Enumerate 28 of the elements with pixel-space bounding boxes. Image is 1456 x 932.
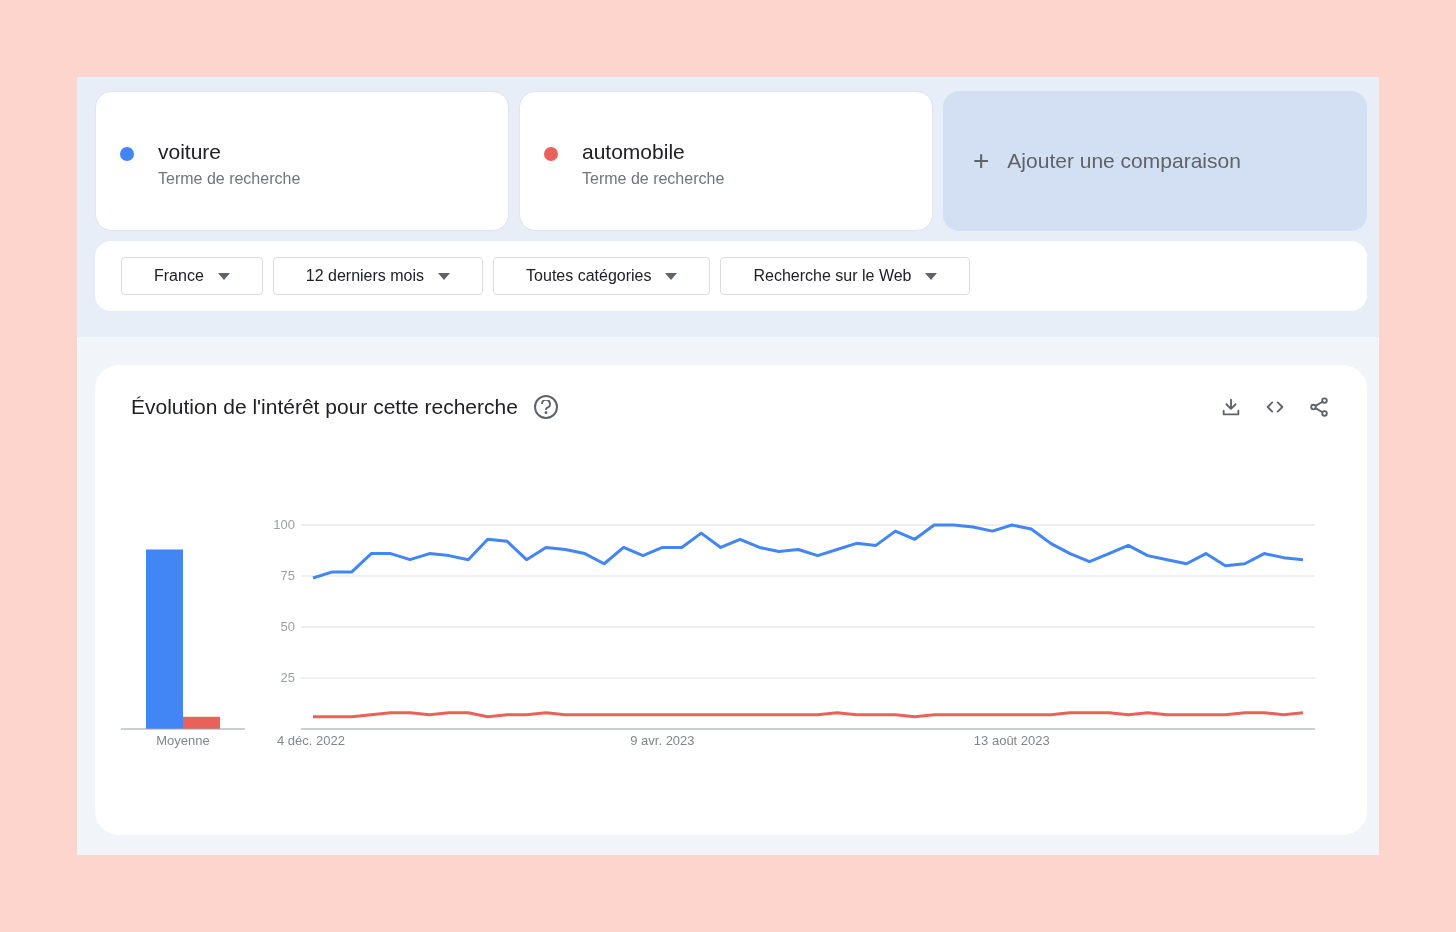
- plus-icon: +: [973, 145, 990, 177]
- term-type: Terme de recherche: [582, 170, 725, 188]
- caret-icon: [925, 272, 938, 280]
- search-term: automobile: [582, 140, 686, 164]
- axis-label: Moyenne: [156, 733, 210, 748]
- axis-label: 9 avr. 2023: [630, 733, 695, 748]
- axis-label: 75: [280, 568, 295, 583]
- filter-dropdown[interactable]: France: [121, 257, 263, 295]
- axis-label: 4 déc. 2022: [277, 733, 345, 748]
- filter-dropdown[interactable]: 12 derniers mois: [272, 257, 484, 295]
- caret-icon: [665, 272, 678, 280]
- axis-label: 25: [280, 670, 295, 685]
- caret-icon: [217, 272, 230, 280]
- help-icon[interactable]: [533, 395, 558, 419]
- panel-title: Évolution de l'intérêt pour cette recherche: [131, 395, 518, 419]
- caret-icon: [438, 272, 451, 280]
- search-term-card[interactable]: automobile Terme de recherche: [519, 91, 933, 231]
- axis-label: 100: [273, 517, 295, 532]
- filter-dropdown[interactable]: Recherche sur le Web: [720, 257, 971, 295]
- axis-label: 50: [280, 619, 295, 634]
- axis-label: 13 août 2023: [973, 733, 1050, 748]
- filter-dropdown[interactable]: Toutes catégories: [493, 257, 711, 295]
- share-icon[interactable]: [1307, 395, 1331, 419]
- add-comparison-label: Ajouter une comparaison: [1007, 149, 1241, 173]
- term-type: Terme de recherche: [158, 170, 301, 188]
- search-term-card[interactable]: voiture Terme de recherche: [95, 91, 509, 231]
- search-term: voiture: [158, 140, 223, 164]
- add-comparison-button[interactable]: + Ajouter une comparaison: [943, 91, 1367, 231]
